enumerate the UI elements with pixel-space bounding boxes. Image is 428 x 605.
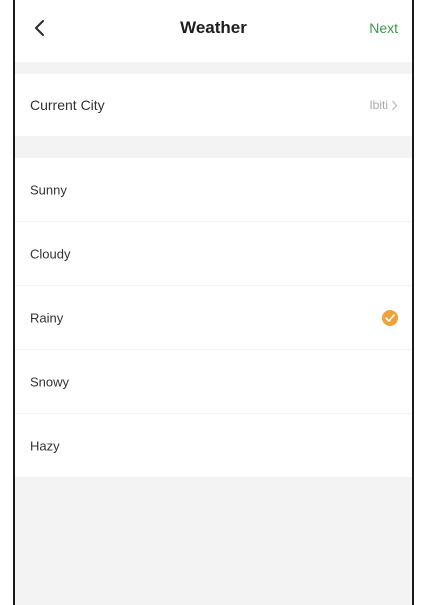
weather-options-list: Sunny Cloudy Rainy Snowy Hazy: [15, 158, 412, 477]
weather-option-label: Sunny: [30, 182, 67, 197]
weather-option-sunny[interactable]: Sunny: [15, 158, 412, 222]
weather-option-hazy[interactable]: Hazy: [15, 414, 412, 477]
weather-option-label: Hazy: [30, 438, 60, 453]
weather-option-cloudy[interactable]: Cloudy: [15, 222, 412, 286]
current-city-row[interactable]: Current City Ibiti: [15, 74, 412, 136]
next-button[interactable]: Next: [369, 20, 398, 36]
city-name: Ibiti: [369, 98, 388, 112]
current-city-label: Current City: [30, 97, 105, 113]
weather-option-label: Snowy: [30, 374, 70, 389]
chevron-right-icon: [392, 100, 398, 110]
weather-option-label: Cloudy: [30, 246, 71, 261]
page-title: Weather: [180, 18, 247, 37]
current-city-value: Ibiti: [369, 98, 398, 112]
check-icon: [382, 309, 398, 326]
weather-option-snowy[interactable]: Snowy: [15, 350, 412, 414]
weather-option-label: Rainy: [30, 310, 64, 325]
nav-header: Weather Next: [15, 0, 412, 62]
weather-option-rainy[interactable]: Rainy: [15, 286, 412, 350]
phone-screen: Weather Next Current City Ibiti Sunny Cl…: [13, 0, 414, 605]
